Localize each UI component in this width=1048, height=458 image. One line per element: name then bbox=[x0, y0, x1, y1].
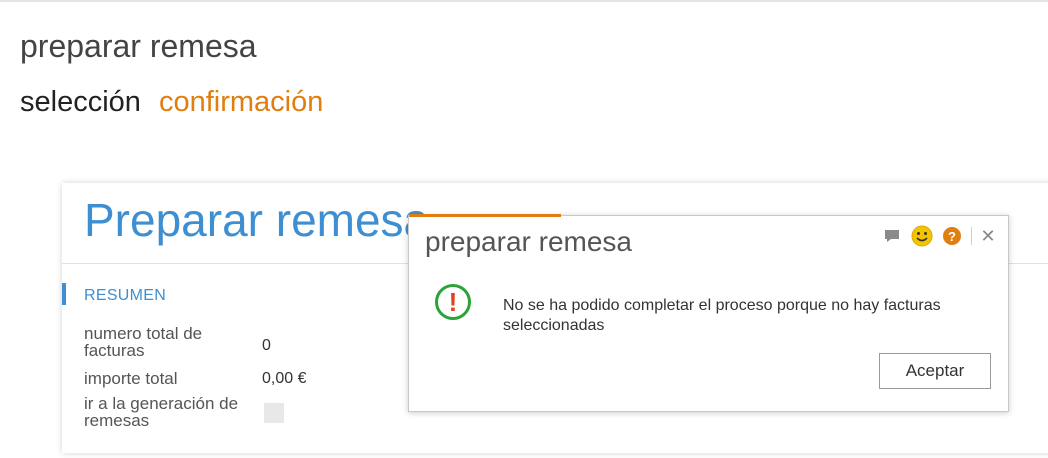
close-icon[interactable]: ✕ bbox=[980, 226, 996, 247]
go-to-generation-checkbox[interactable] bbox=[264, 403, 284, 423]
step-confirmacion[interactable]: confirmación bbox=[159, 86, 323, 119]
help-icon[interactable]: ? bbox=[943, 227, 961, 245]
dialog-message: No se ha podido completar el proceso por… bbox=[503, 297, 941, 334]
smiley-icon[interactable] bbox=[911, 225, 933, 247]
dialog-toolbar: ? ✕ bbox=[883, 224, 996, 248]
section-marker bbox=[62, 283, 66, 305]
toolbar-separator bbox=[971, 227, 972, 245]
total-invoices-value: 0 bbox=[262, 337, 271, 354]
dialog-accent-bar bbox=[409, 214, 561, 217]
step-seleccion[interactable]: selección bbox=[20, 86, 141, 119]
total-amount-label: importe total bbox=[84, 369, 178, 388]
total-invoices-label: numero total de facturas bbox=[84, 324, 203, 360]
go-to-generation-label: ir a la generación de remesas bbox=[84, 394, 239, 430]
alert-dialog: preparar remesa ? ✕ ! No se ha podido co… bbox=[408, 214, 1009, 412]
top-border bbox=[0, 0, 1048, 2]
page-title: preparar remesa bbox=[20, 28, 257, 64]
warning-icon: ! bbox=[435, 284, 471, 320]
card-title: Preparar remesa bbox=[84, 194, 430, 246]
accept-button[interactable]: Aceptar bbox=[879, 353, 991, 389]
total-amount-value: 0,00 € bbox=[262, 370, 307, 387]
section-title: RESUMEN bbox=[84, 287, 167, 304]
chat-icon[interactable] bbox=[883, 227, 901, 245]
wizard-steps: selección confirmación bbox=[20, 86, 333, 119]
dialog-title: preparar remesa bbox=[425, 226, 632, 257]
